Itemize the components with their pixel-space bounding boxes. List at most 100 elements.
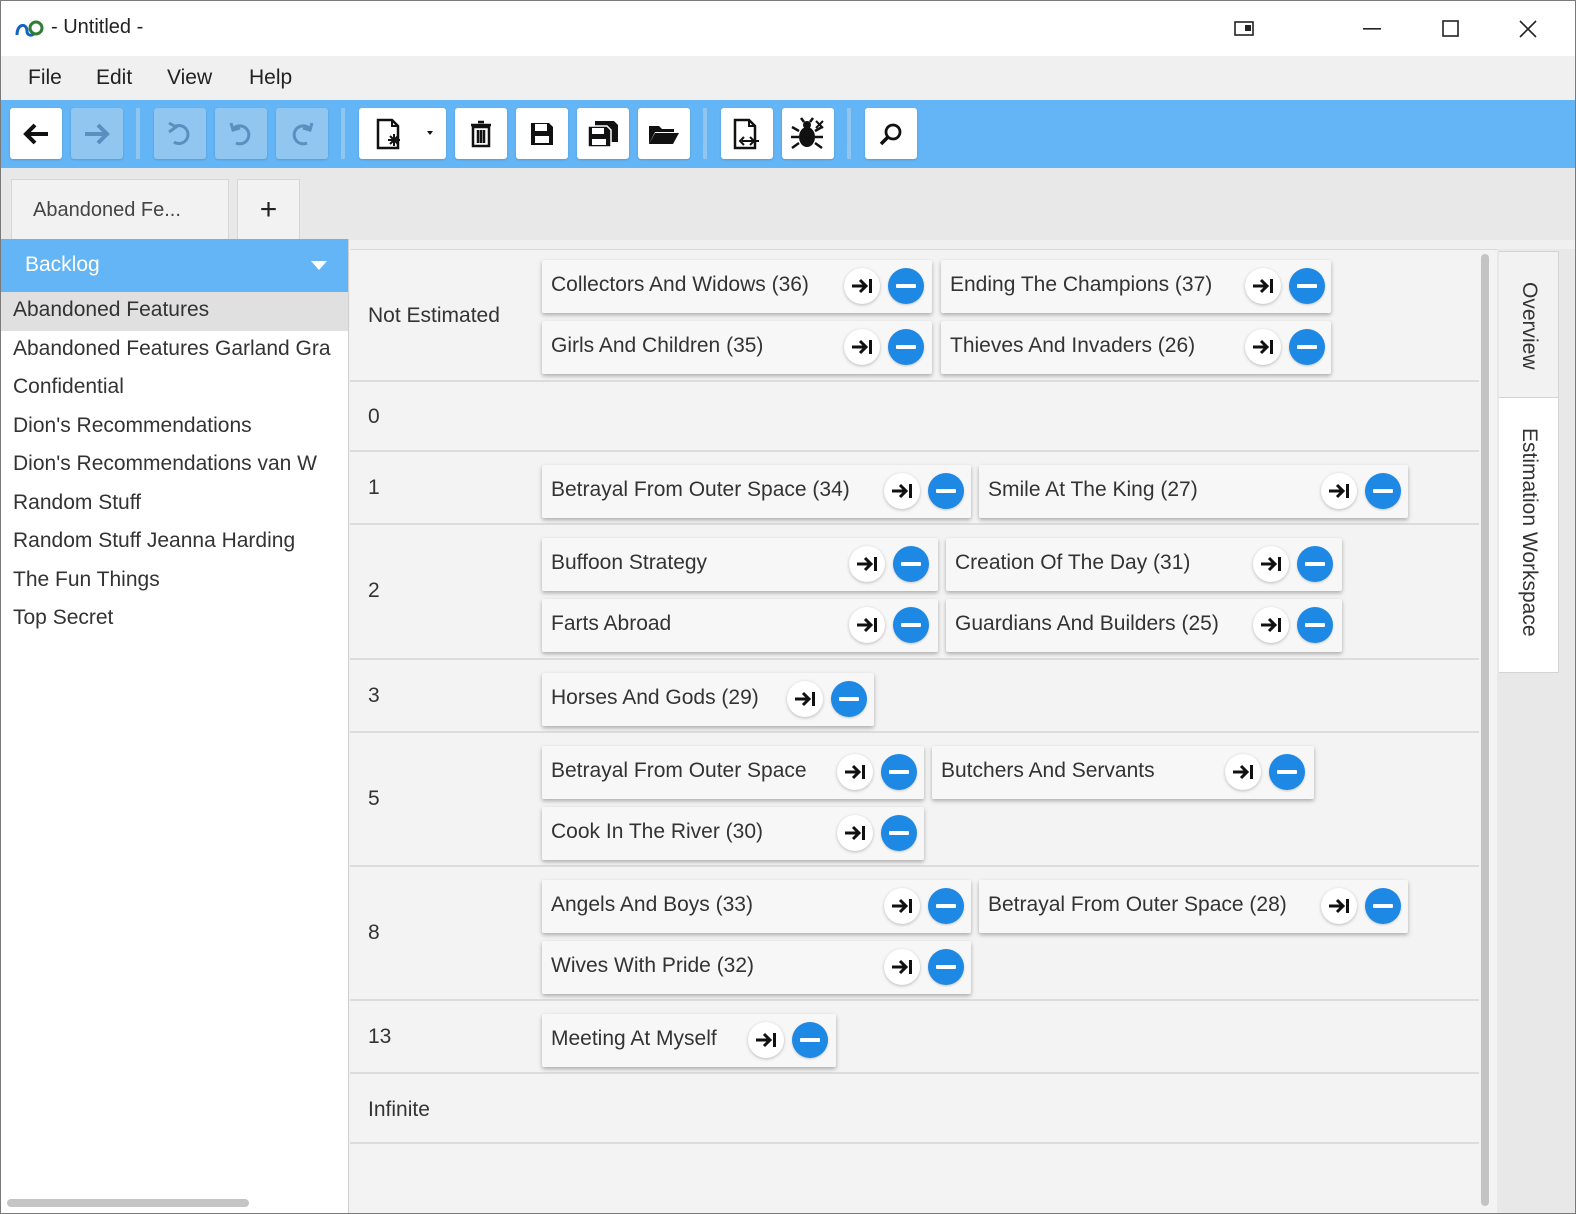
story-card[interactable]: Butchers And Servants xyxy=(932,746,1314,799)
move-to-end-button[interactable] xyxy=(1245,329,1281,365)
forward-button[interactable] xyxy=(71,108,123,159)
story-card[interactable]: Meeting At Myself xyxy=(542,1014,836,1067)
list-item[interactable]: The Fun Things xyxy=(1,562,348,601)
move-to-end-button[interactable] xyxy=(884,473,920,509)
vertical-scrollbar[interactable] xyxy=(1481,254,1489,1206)
story-card[interactable]: Betrayal From Outer Space (34) xyxy=(542,465,971,518)
story-card[interactable]: Buffoon Strategy xyxy=(542,538,938,591)
move-to-end-button[interactable] xyxy=(1253,607,1289,643)
move-to-end-button[interactable] xyxy=(844,329,880,365)
remove-button[interactable] xyxy=(881,754,917,790)
move-to-end-button[interactable] xyxy=(1225,754,1261,790)
estimate-row-label: 13 xyxy=(368,1025,392,1048)
tab-overview[interactable]: Overview xyxy=(1499,251,1559,398)
save-button[interactable] xyxy=(516,108,568,159)
backlog-selector[interactable]: Backlog xyxy=(1,239,348,292)
story-card-label: Horses And Gods (29) xyxy=(551,686,759,709)
remove-button[interactable] xyxy=(792,1022,828,1058)
export-document-icon xyxy=(733,118,759,149)
menu-file[interactable]: File xyxy=(28,66,62,90)
story-card[interactable]: Ending The Champions (37) xyxy=(941,260,1331,313)
menu-help[interactable]: Help xyxy=(249,66,292,90)
story-card[interactable]: Guardians And Builders (25) xyxy=(946,599,1342,652)
move-to-end-button[interactable] xyxy=(849,546,885,582)
tab-estimation-workspace[interactable]: Estimation Workspace xyxy=(1499,397,1559,673)
remove-button[interactable] xyxy=(888,268,924,304)
remove-button[interactable] xyxy=(831,681,867,717)
maximize-button[interactable] xyxy=(1411,1,1489,56)
story-card[interactable]: Wives With Pride (32) xyxy=(542,941,971,994)
add-tab-button[interactable]: + xyxy=(237,179,300,239)
horizontal-scrollbar[interactable] xyxy=(7,1199,249,1207)
search-button[interactable] xyxy=(865,108,917,159)
delete-button[interactable] xyxy=(455,108,507,159)
move-to-end-button[interactable] xyxy=(787,681,823,717)
story-card[interactable]: Collectors And Widows (36) xyxy=(542,260,932,313)
estimate-row: 13 Meeting At Myself xyxy=(350,1001,1479,1074)
remove-button[interactable] xyxy=(893,546,929,582)
minimize-button[interactable] xyxy=(1333,1,1411,56)
list-item[interactable]: Dion's Recommendations xyxy=(1,408,348,447)
debug-button[interactable] xyxy=(782,108,834,159)
remove-button[interactable] xyxy=(1269,754,1305,790)
list-item[interactable]: Top Secret xyxy=(1,600,348,639)
story-card[interactable]: Horses And Gods (29) xyxy=(542,673,874,726)
menu-edit[interactable]: Edit xyxy=(96,66,132,90)
remove-button[interactable] xyxy=(1289,329,1325,365)
save-all-button[interactable] xyxy=(577,108,629,159)
move-to-end-button[interactable] xyxy=(884,949,920,985)
remove-button[interactable] xyxy=(888,329,924,365)
remove-button[interactable] xyxy=(1365,473,1401,509)
story-card[interactable]: Cook In The River (30) xyxy=(542,807,924,860)
story-card[interactable]: Creation Of The Day (31) xyxy=(946,538,1342,591)
new-document-dropdown[interactable] xyxy=(359,108,446,159)
story-card[interactable]: Betrayal From Outer Space (28) xyxy=(979,880,1408,933)
remove-button[interactable] xyxy=(1297,546,1333,582)
open-button[interactable] xyxy=(638,108,690,159)
export-button[interactable] xyxy=(721,108,773,159)
menu-bar: File Edit View Help xyxy=(1,56,1575,100)
menu-view[interactable]: View xyxy=(167,66,212,90)
remove-button[interactable] xyxy=(893,607,929,643)
undo-all-button[interactable] xyxy=(215,108,267,159)
tab-abandoned-features[interactable]: Abandoned Fe... xyxy=(11,179,229,239)
remove-button[interactable] xyxy=(928,949,964,985)
move-to-end-button[interactable] xyxy=(837,815,873,851)
list-item[interactable]: Dion's Recommendations van W xyxy=(1,446,348,485)
list-item[interactable]: Abandoned Features xyxy=(1,292,348,331)
redo-button[interactable] xyxy=(276,108,328,159)
move-to-end-button[interactable] xyxy=(748,1022,784,1058)
remove-button[interactable] xyxy=(928,888,964,924)
story-card-label: Smile At The King (27) xyxy=(988,478,1198,501)
move-to-end-button[interactable] xyxy=(849,607,885,643)
story-card[interactable]: Angels And Boys (33) xyxy=(542,880,971,933)
move-to-end-button[interactable] xyxy=(1245,268,1281,304)
remove-button[interactable] xyxy=(1365,888,1401,924)
move-to-end-icon xyxy=(1233,764,1253,780)
story-card[interactable]: Thieves And Invaders (26) xyxy=(941,321,1331,374)
back-button[interactable] xyxy=(10,108,62,159)
list-item[interactable]: Random Stuff Jeanna Harding xyxy=(1,523,348,562)
move-to-end-button[interactable] xyxy=(844,268,880,304)
move-to-end-button[interactable] xyxy=(884,888,920,924)
move-to-end-icon xyxy=(1329,483,1349,499)
undo-button[interactable] xyxy=(154,108,206,159)
move-to-end-button[interactable] xyxy=(1253,546,1289,582)
story-card[interactable]: Girls And Children (35) xyxy=(542,321,932,374)
move-to-end-button[interactable] xyxy=(1321,888,1357,924)
list-item[interactable]: Abandoned Features Garland Gra xyxy=(1,331,348,370)
move-to-end-button[interactable] xyxy=(837,754,873,790)
remove-button[interactable] xyxy=(1297,607,1333,643)
list-item[interactable]: Random Stuff xyxy=(1,485,348,524)
taskbar-pin-icon[interactable] xyxy=(1205,1,1283,56)
remove-button[interactable] xyxy=(928,473,964,509)
story-card-label: Angels And Boys (33) xyxy=(551,893,753,916)
story-card[interactable]: Smile At The King (27) xyxy=(979,465,1408,518)
close-button[interactable] xyxy=(1489,1,1567,56)
story-card[interactable]: Betrayal From Outer Space xyxy=(542,746,924,799)
story-card[interactable]: Farts Abroad xyxy=(542,599,938,652)
remove-button[interactable] xyxy=(1289,268,1325,304)
move-to-end-button[interactable] xyxy=(1321,473,1357,509)
list-item[interactable]: Confidential xyxy=(1,369,348,408)
remove-button[interactable] xyxy=(881,815,917,851)
